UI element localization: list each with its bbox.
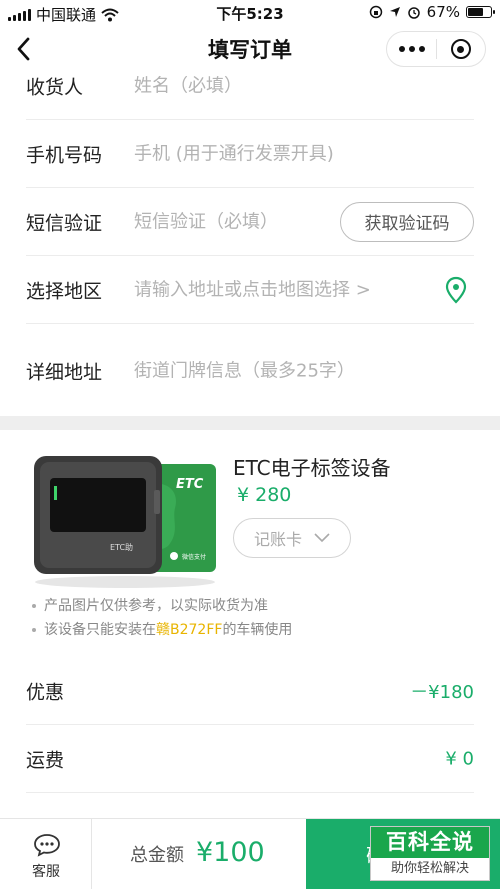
- shipping-row: 运费 ¥ 0: [26, 725, 474, 793]
- card-type-value: 记账卡: [253, 530, 302, 549]
- plate-note-suffix: 的车辆使用: [222, 622, 293, 638]
- battery-icon: [466, 6, 495, 18]
- total-label: 总金额: [130, 845, 184, 866]
- total-amount-area: 总金额 ¥100: [130, 837, 265, 868]
- map-pin-icon[interactable]: [444, 276, 468, 304]
- sms-label: 短信验证: [26, 212, 103, 234]
- card-type-select[interactable]: 记账卡: [233, 518, 351, 558]
- shipping-value: ¥ 0: [445, 748, 474, 769]
- carrier-name: 中国联通: [36, 6, 97, 24]
- customer-service-label: 客服: [32, 864, 60, 880]
- shipping-label: 运费: [26, 749, 65, 771]
- product-section: ETC 微信支付 ETC助 ETC电子标签设备 ¥ 280 记账卡 产品图片仅供…: [0, 430, 500, 660]
- receiver-input[interactable]: [134, 75, 464, 96]
- discount-label: 优惠: [26, 681, 65, 703]
- receiver-row: 收货人: [26, 52, 474, 120]
- phone-row: 手机号码: [26, 120, 474, 188]
- region-input[interactable]: [134, 279, 434, 300]
- alarm-icon: [407, 7, 420, 19]
- phone-label: 手机号码: [26, 144, 103, 166]
- address-label: 详细地址: [26, 361, 103, 383]
- phone-input[interactable]: [134, 143, 464, 164]
- watermark-logo: 百科全说 助你轻松解决: [370, 826, 490, 881]
- address-input[interactable]: [134, 360, 464, 381]
- receiver-label: 收货人: [26, 76, 84, 98]
- note-text: 产品图片仅供参考，以实际收货为准: [44, 598, 268, 614]
- product-notes: 产品图片仅供参考，以实际收货为准 该设备只能安装在赣B272FF的车辆使用: [32, 594, 292, 642]
- product-name: ETC电子标签设备: [233, 456, 391, 480]
- section-divider: [0, 416, 500, 430]
- product-price: ¥ 280: [237, 484, 292, 506]
- status-right: 67%: [369, 3, 495, 21]
- card-pay-text: 微信支付: [182, 553, 206, 561]
- note-item: 产品图片仅供参考，以实际收货为准: [32, 594, 292, 618]
- battery-percent: 67%: [426, 3, 460, 21]
- watermark-subtitle: 助你轻松解决: [390, 861, 469, 876]
- device-logo-text: ETC助: [110, 542, 133, 552]
- battery-fill: [468, 8, 483, 16]
- plate-note-prefix: 该设备只能安装在: [44, 622, 156, 638]
- card-logo-text: ETC: [176, 477, 204, 492]
- discount-value: －¥180: [410, 681, 474, 703]
- discount-row: 优惠 －¥180: [26, 657, 474, 725]
- orientation-lock-icon: [369, 5, 382, 19]
- chat-icon: [34, 834, 60, 857]
- signal-icon: [8, 8, 31, 21]
- address-row: 详细地址: [26, 324, 474, 417]
- chevron-down-icon: [314, 533, 330, 543]
- sms-code-input[interactable]: [134, 211, 334, 232]
- status-left: 中国联通: [8, 4, 119, 25]
- total-amount: ¥100: [196, 837, 265, 868]
- plate-number: 赣B272FF: [156, 622, 223, 638]
- sms-row: 短信验证 获取验证码: [26, 188, 474, 256]
- wifi-icon: [101, 8, 119, 21]
- address-form: 收货人 手机号码 短信验证 获取验证码 选择地区 详细地址: [0, 52, 500, 417]
- customer-service-button[interactable]: 客服: [0, 819, 92, 889]
- status-bar: 中国联通 下午5:23 67%: [0, 0, 500, 26]
- note-item-plate: 该设备只能安装在赣B272FF的车辆使用: [32, 618, 292, 642]
- location-arrow-icon: [389, 7, 400, 17]
- region-label: 选择地区: [26, 280, 103, 302]
- etc-device-image: ETC 微信支付 ETC助: [34, 456, 216, 588]
- get-code-button[interactable]: 获取验证码: [340, 201, 474, 242]
- region-row[interactable]: 选择地区: [26, 256, 474, 324]
- watermark-title: 百科全说: [371, 827, 489, 858]
